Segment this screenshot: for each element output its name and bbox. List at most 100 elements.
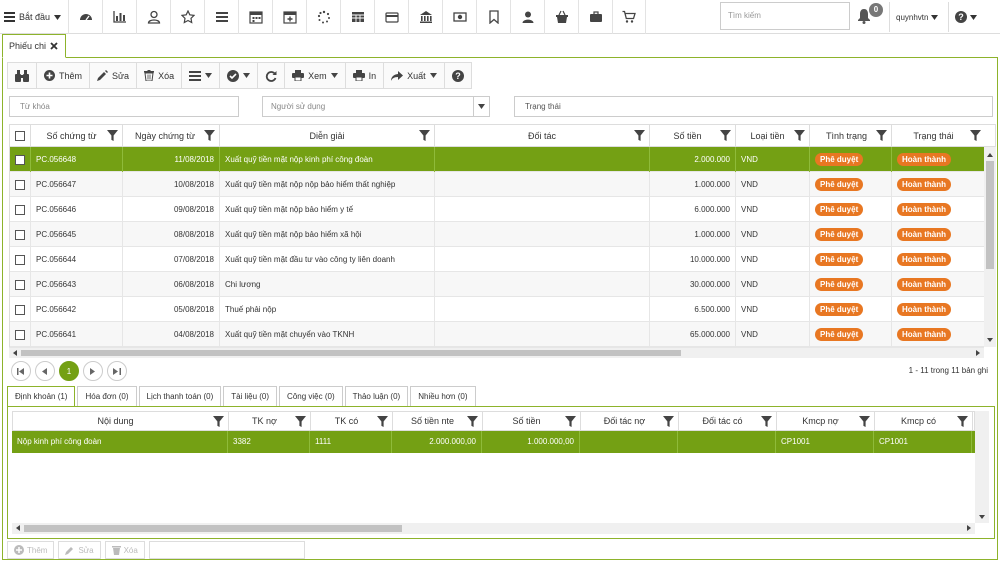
list-module-button[interactable] <box>204 0 238 34</box>
detail-col-header[interactable]: Số tiền <box>483 412 581 430</box>
scroll-down-icon[interactable] <box>984 335 996 345</box>
bar-chart-module-button[interactable] <box>102 0 136 34</box>
row-checkbox[interactable] <box>15 280 25 290</box>
detail-vertical-scrollbar[interactable] <box>975 411 989 523</box>
detail-col-header[interactable]: TK có <box>311 412 393 430</box>
export-menu-button[interactable]: Xuất <box>384 63 445 88</box>
scroll-thumb[interactable] <box>24 525 402 532</box>
table-row[interactable]: PC.056643 06/08/2018 Chi lương 30.000.000 VN… <box>10 272 984 297</box>
detail-col-header[interactable]: Đối tác có <box>679 412 777 430</box>
row-checkbox[interactable] <box>15 205 25 215</box>
prev-page-button[interactable] <box>35 361 55 381</box>
detail-tab[interactable]: Công việc (0) <box>279 386 343 407</box>
table-row[interactable]: PC.056647 10/08/2018 Xuất quỹ tiền mặt nộp… <box>10 172 984 197</box>
next-page-button[interactable] <box>83 361 103 381</box>
table-row[interactable]: PC.056642 05/08/2018 Thuế phải nộp 6.500.00… <box>10 297 984 322</box>
scroll-right-icon[interactable] <box>973 348 983 358</box>
table-row[interactable]: PC.056648 11/08/2018 Xuất quỹ tiền mặt nộp… <box>10 147 984 172</box>
filter-icon[interactable] <box>794 130 805 141</box>
select-all-checkbox[interactable] <box>15 131 25 141</box>
detail-col-header[interactable]: Số tiền nte <box>393 412 483 430</box>
filter-icon[interactable] <box>107 130 118 141</box>
col-header-so-tien[interactable]: Số tiền <box>650 125 736 146</box>
scroll-thumb[interactable] <box>21 350 681 356</box>
edit-button[interactable]: Sửa <box>90 63 138 88</box>
filter-icon[interactable] <box>377 416 388 427</box>
view-menu-button[interactable]: Xem <box>285 63 346 88</box>
detail-delete-button[interactable]: Xóa <box>104 541 145 559</box>
table-row[interactable]: PC.056645 08/08/2018 Xuất quỹ tiền mặt nộp… <box>10 222 984 247</box>
filter-icon[interactable] <box>663 416 674 427</box>
detail-tab[interactable]: Định khoản (1) <box>7 386 76 407</box>
star-module-button[interactable] <box>170 0 204 34</box>
filter-icon[interactable] <box>761 416 772 427</box>
filter-icon[interactable] <box>295 416 306 427</box>
detail-col-header[interactable]: Nội dung <box>13 412 229 430</box>
filter-icon[interactable] <box>565 416 576 427</box>
detail-tab[interactable]: Tài liệu (0) <box>223 386 278 407</box>
col-header-ngay-chung-tu[interactable]: Ngày chứng từ <box>123 125 220 146</box>
refresh-button[interactable] <box>258 63 286 88</box>
bank-module-button[interactable] <box>408 0 442 34</box>
dropdown-toggle[interactable] <box>473 97 489 116</box>
search-input[interactable]: Tìm kiếm <box>720 2 850 30</box>
detail-add-button[interactable]: Thêm <box>7 541 55 559</box>
filter-icon[interactable] <box>859 416 870 427</box>
user-filter-select[interactable]: Người sử dụng <box>262 96 490 117</box>
detail-horizontal-scrollbar[interactable] <box>12 523 975 534</box>
delete-button[interactable]: Xóa <box>137 63 183 88</box>
filter-icon[interactable] <box>467 416 478 427</box>
approve-menu-button[interactable] <box>220 63 259 88</box>
cart-module-button[interactable] <box>612 0 646 34</box>
scroll-left-icon[interactable] <box>13 523 23 533</box>
notification-button[interactable]: 0 <box>857 3 885 28</box>
user-outline-module-button[interactable] <box>136 0 170 34</box>
help-button[interactable]: ? <box>445 63 471 88</box>
col-header-so-chung-tu[interactable]: Số chứng từ <box>31 125 123 146</box>
calendar-plus-module-button[interactable] <box>272 0 306 34</box>
dashboard-module-button[interactable] <box>68 0 102 34</box>
filter-icon[interactable] <box>634 130 645 141</box>
calendar-module-button[interactable] <box>238 0 272 34</box>
find-button[interactable] <box>8 63 37 88</box>
row-checkbox[interactable] <box>15 330 25 340</box>
row-checkbox[interactable] <box>15 180 25 190</box>
scroll-down-icon[interactable] <box>975 512 989 522</box>
row-checkbox[interactable] <box>15 155 25 165</box>
row-checkbox[interactable] <box>15 230 25 240</box>
scroll-thumb[interactable] <box>986 161 994 269</box>
last-page-button[interactable] <box>107 361 127 381</box>
close-icon[interactable] <box>50 42 58 50</box>
spinner-module-button[interactable] <box>306 0 340 34</box>
list-menu-button[interactable] <box>182 63 221 88</box>
table-row[interactable]: PC.056644 07/08/2018 Xuất quỹ tiền mặt đầu… <box>10 247 984 272</box>
detail-col-header[interactable]: Kmcp nợ <box>777 412 875 430</box>
detail-col-header[interactable]: TK nợ <box>229 412 311 430</box>
current-page-button[interactable]: 1 <box>59 361 79 381</box>
scroll-up-icon[interactable] <box>984 150 996 160</box>
filter-icon[interactable] <box>720 130 731 141</box>
filter-icon[interactable] <box>970 130 981 141</box>
table-row[interactable]: PC.056646 09/08/2018 Xuất quỹ tiền mặt nộp… <box>10 197 984 222</box>
user-menu[interactable]: quynhvtn <box>896 6 939 28</box>
detail-tab[interactable]: Thảo luận (0) <box>344 386 409 407</box>
help-menu[interactable]: ? <box>955 6 977 28</box>
filter-icon[interactable] <box>957 416 968 427</box>
detail-col-header[interactable]: Kmcp có <box>875 412 973 430</box>
credit-card-module-button[interactable] <box>374 0 408 34</box>
detail-tab[interactable]: Hóa đơn (0) <box>77 386 137 407</box>
grid-table-module-button[interactable] <box>340 0 374 34</box>
col-header-tinh-trang[interactable]: Tình trạng <box>810 125 892 146</box>
detail-edit-button[interactable]: Sửa <box>58 541 101 559</box>
scroll-left-icon[interactable] <box>10 348 20 358</box>
detail-col-header[interactable]: Đối tác nợ <box>581 412 679 430</box>
filter-icon[interactable] <box>419 130 430 141</box>
col-header-loai-tien[interactable]: Loại tiền <box>736 125 810 146</box>
user-module-button[interactable] <box>510 0 544 34</box>
table-row[interactable]: PC.056641 04/08/2018 Xuất quỹ tiền mặt chu… <box>10 322 984 347</box>
detail-tab[interactable]: Lịch thanh toán (0) <box>138 386 222 407</box>
filter-icon[interactable] <box>204 130 215 141</box>
col-header-doi-tac[interactable]: Đối tác <box>435 125 650 146</box>
money-module-button[interactable] <box>442 0 476 34</box>
print-button[interactable]: In <box>346 63 385 88</box>
